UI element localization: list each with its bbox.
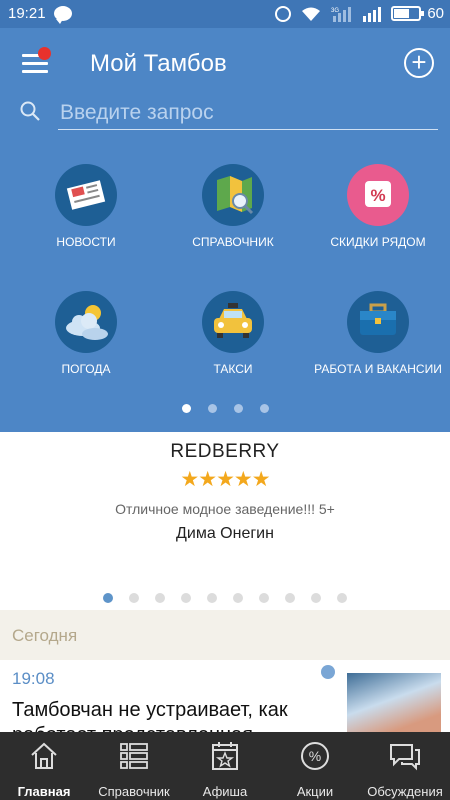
add-button[interactable]: +: [404, 48, 434, 78]
news-thumbnail: [347, 673, 441, 732]
page-dot[interactable]: [207, 404, 217, 413]
tile-directory[interactable]: СПРАВОЧНИК: [163, 164, 303, 250]
tile-label: СПРАВОЧНИК: [192, 235, 274, 249]
news-time: 19:08: [12, 669, 55, 688]
status-bar: 19:21 3G 60: [0, 0, 450, 28]
svg-text:%: %: [309, 748, 321, 764]
news-title: Тамбовчан не устраивает, как работает пр…: [12, 699, 288, 732]
tab-label: Акции: [296, 784, 334, 799]
tile-label: ТАКСИ: [213, 362, 253, 376]
tile-taxi[interactable]: ТАКСИ: [163, 291, 303, 377]
status-time: 19:21: [8, 5, 46, 22]
newspaper-icon: [55, 164, 117, 226]
tab-label: Справочник: [98, 784, 170, 799]
app-bar: Мой Тамбов +: [0, 28, 450, 143]
map-icon: [202, 164, 264, 226]
app-title: Мой Тамбов: [90, 50, 227, 77]
home-icon: [31, 742, 57, 769]
system-icons: 3G 60: [275, 5, 444, 22]
tile-label: РАБОТА И ВАКАНСИИ: [314, 362, 442, 376]
tile-news[interactable]: НОВОСТИ: [16, 164, 156, 250]
tab-label: Афиша: [202, 784, 248, 799]
tile-label: НОВОСТИ: [56, 235, 116, 249]
svg-text:%: %: [370, 186, 385, 205]
signal-3g-icon: 3G: [331, 6, 352, 22]
menu-button[interactable]: [22, 47, 51, 74]
network-type: 3G: [331, 8, 339, 14]
tile-weather[interactable]: ПОГОДА: [16, 291, 156, 377]
page-dot[interactable]: [129, 593, 139, 603]
section-header: Сегодня: [0, 610, 450, 660]
page-dot[interactable]: [155, 593, 165, 603]
tab-promotions[interactable]: % Акции: [270, 732, 360, 800]
rating-stars: ★★★★★: [180, 468, 270, 491]
list-icon: [120, 743, 148, 769]
search-icon: [20, 101, 40, 121]
tile-label: ПОГОДА: [61, 362, 111, 376]
battery-level: 60: [427, 5, 444, 22]
page-dot[interactable]: [285, 593, 295, 603]
review-card[interactable]: REDBERRY ★★★★★ Отличное модное заведение…: [0, 432, 450, 610]
page-dot[interactable]: [259, 593, 269, 603]
page-dot[interactable]: [337, 593, 347, 603]
percent-circle-icon: %: [301, 742, 329, 770]
page-dot[interactable]: [259, 404, 269, 413]
wifi-icon: [302, 7, 321, 21]
tab-discussions[interactable]: Обсуждения: [360, 732, 450, 800]
page-dot[interactable]: [103, 593, 113, 603]
page-dot[interactable]: [181, 404, 191, 413]
calendar-star-icon: [212, 742, 238, 770]
alarm-icon: [275, 5, 292, 22]
grid-page-indicator: [0, 404, 450, 413]
category-grid: НОВОСТИ СПРАВОЧНИК % СКИДКИ РЯДОМ ПОГОДА…: [0, 143, 450, 432]
tab-events[interactable]: Афиша: [180, 732, 270, 800]
chat-icon: [390, 744, 420, 771]
signal-icon: [363, 6, 382, 22]
weather-icon: [55, 291, 117, 353]
tab-home[interactable]: Главная: [0, 732, 88, 800]
review-author: Дима Онегин: [176, 525, 274, 542]
page-dot[interactable]: [233, 404, 243, 413]
review-page-indicator: [0, 593, 450, 603]
briefcase-icon: [347, 291, 409, 353]
news-item[interactable]: 19:08 Тамбовчан не устраивает, как работ…: [0, 660, 450, 732]
tile-label: СКИДКИ РЯДОМ: [330, 235, 426, 249]
message-notification-icon: [54, 6, 72, 24]
plus-icon: +: [411, 47, 427, 77]
tab-label: Главная: [17, 784, 71, 799]
page-dot[interactable]: [207, 593, 217, 603]
review-text: Отличное модное заведение!!! 5+: [115, 501, 335, 517]
battery-icon: [391, 6, 425, 21]
tile-discounts[interactable]: % СКИДКИ РЯДОМ: [308, 164, 448, 250]
taxi-icon: [202, 291, 264, 353]
page-dot[interactable]: [233, 593, 243, 603]
tile-jobs[interactable]: РАБОТА И ВАКАНСИИ: [308, 291, 448, 377]
percent-icon: %: [347, 164, 409, 226]
page-dot[interactable]: [181, 593, 191, 603]
tab-label: Обсуждения: [367, 784, 443, 799]
unread-dot: [321, 665, 335, 679]
tab-directory[interactable]: Справочник: [88, 732, 180, 800]
venue-name: REDBERRY: [170, 441, 280, 462]
bottom-tab-bar: Главная Справочник Афиша % Акции Обсужде…: [0, 732, 450, 800]
page-dot[interactable]: [311, 593, 321, 603]
notification-dot: [38, 47, 51, 60]
search-input[interactable]: [58, 96, 438, 130]
